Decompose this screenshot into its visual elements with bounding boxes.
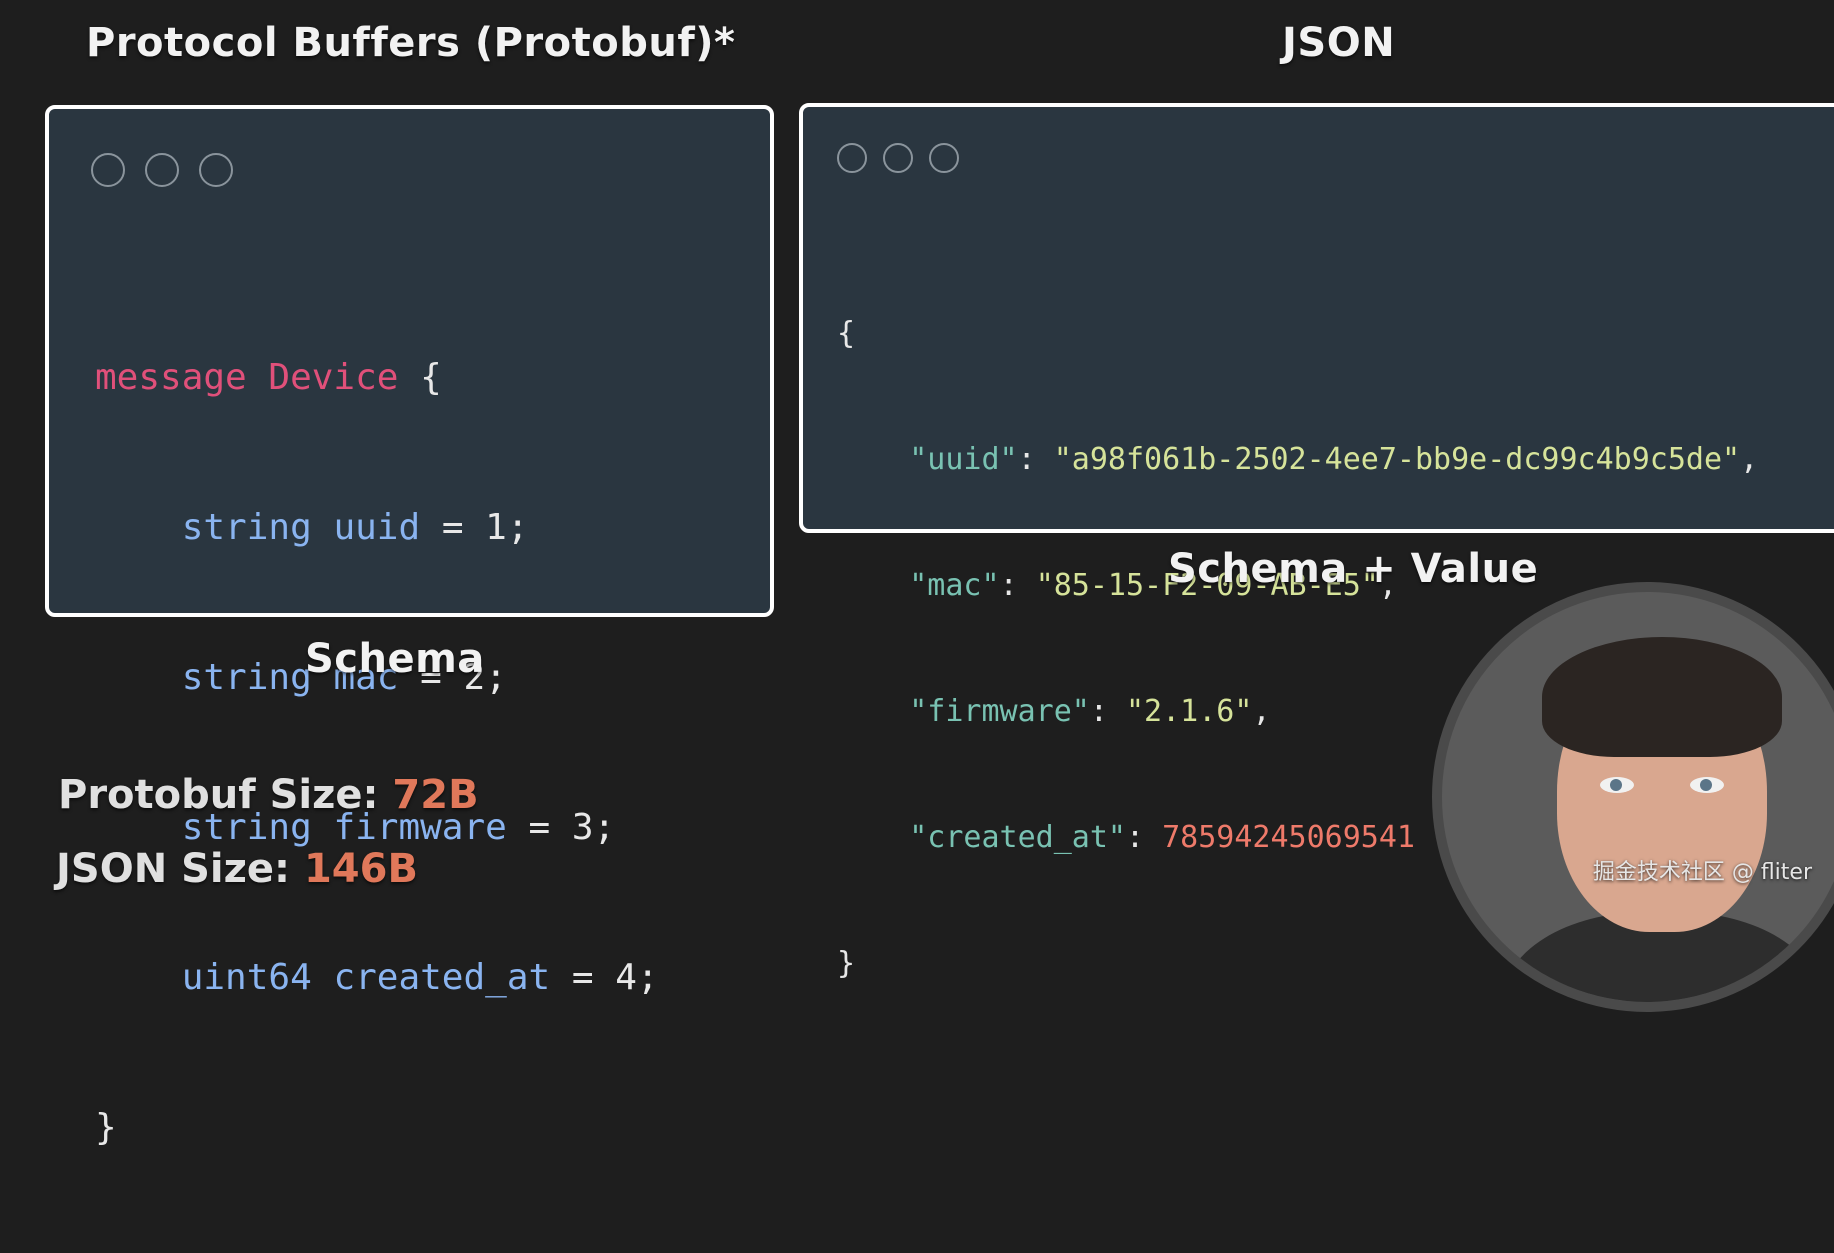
message-name: Device	[268, 357, 399, 398]
field-number: = 1;	[420, 507, 529, 548]
code-line: uint64 created_at = 4;	[95, 953, 659, 1003]
presenter-eye	[1600, 777, 1634, 793]
json-comma: ,	[1740, 442, 1759, 477]
json-number-value: 78594245069541	[1162, 820, 1415, 855]
json-key: "created_at"	[909, 820, 1126, 855]
window-dot-icon	[145, 153, 179, 187]
code-line: string uuid = 1;	[95, 503, 659, 553]
json-separator: :	[1126, 820, 1163, 855]
window-dot-icon	[883, 143, 913, 173]
json-string-value: "a98f061b-2502-4ee7-bb9e-dc99c4b9c5de"	[1053, 442, 1741, 477]
json-comma: ,	[1252, 694, 1271, 729]
json-separator: :	[1017, 442, 1054, 477]
watermark: 掘金技术社区 @ fliter	[1592, 860, 1812, 885]
code-brace: }	[837, 946, 856, 981]
json-key: "uuid"	[909, 442, 1018, 477]
code-line: "uuid": "a98f061b-2502-4ee7-bb9e-dc99c4b…	[837, 439, 1758, 481]
window-controls	[837, 143, 959, 173]
window-dot-icon	[199, 153, 233, 187]
field-type: uint64	[181, 957, 312, 998]
json-separator: :	[1089, 694, 1126, 729]
json-separator: :	[999, 568, 1036, 603]
json-string-value: "2.1.6"	[1126, 694, 1253, 729]
field-type: string	[181, 657, 312, 698]
code-line: }	[95, 1103, 659, 1153]
code-brace: }	[95, 1107, 117, 1148]
protobuf-heading: Protocol Buffers (Protobuf)*	[86, 20, 736, 66]
json-code-window: { "uuid": "a98f061b-2502-4ee7-bb9e-dc99c…	[799, 103, 1834, 981]
json-heading: JSON	[1282, 20, 1396, 66]
window-dot-icon	[91, 153, 125, 187]
field-number: = 4;	[550, 957, 659, 998]
protobuf-size-label: Protobuf Size:	[58, 772, 393, 818]
protobuf-caption: Schema	[305, 636, 485, 682]
json-key: "firmware"	[909, 694, 1090, 729]
json-key: "mac"	[909, 568, 1000, 603]
presenter-eye	[1690, 777, 1724, 793]
code-line: message Device {	[95, 353, 659, 403]
protobuf-code-window: message Device { string uuid = 1; string…	[45, 105, 774, 1148]
field-name: created_at	[333, 957, 551, 998]
field-number: = 3;	[506, 807, 616, 848]
json-size: JSON Size: 146B	[56, 846, 418, 892]
protobuf-schema-code: message Device { string uuid = 1; string…	[95, 253, 659, 1253]
field-type: string	[181, 507, 312, 548]
field-name: uuid	[333, 507, 421, 548]
code-brace: {	[398, 357, 442, 398]
presenter-hair	[1542, 637, 1782, 757]
code-line: {	[837, 313, 1758, 355]
window-dot-icon	[929, 143, 959, 173]
message-keyword: message	[95, 357, 247, 398]
window-dot-icon	[837, 143, 867, 173]
protobuf-size-value: 72B	[392, 772, 479, 818]
json-caption: Schema + Value	[1168, 546, 1539, 592]
window-controls	[91, 153, 233, 187]
code-brace: {	[837, 316, 856, 351]
json-size-label: JSON Size:	[56, 846, 304, 892]
protobuf-size: Protobuf Size: 72B	[58, 772, 479, 818]
json-size-value: 146B	[303, 846, 418, 892]
